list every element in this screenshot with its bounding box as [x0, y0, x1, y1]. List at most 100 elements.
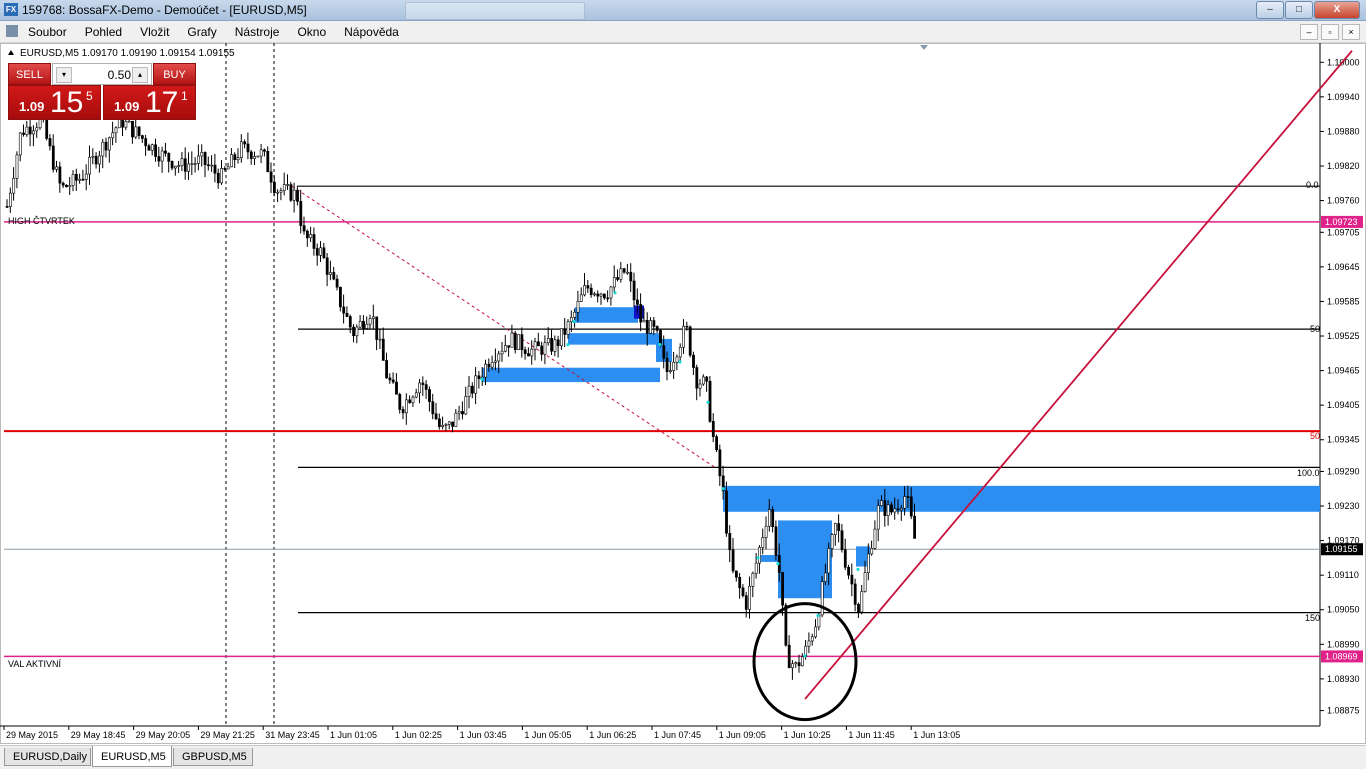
candle-body [725, 490, 728, 534]
candle-body [131, 120, 134, 138]
candle-body [728, 532, 732, 551]
time-tick-label: 29 May 2015 [6, 730, 58, 740]
mdi-close-button[interactable]: × [1342, 24, 1360, 40]
buy-button[interactable]: BUY [153, 63, 196, 85]
price-tick-label: 1.09880 [1327, 126, 1360, 136]
candle-body [325, 257, 329, 275]
lot-size-value[interactable]: 0.50 [73, 68, 131, 82]
lot-decrease-icon[interactable]: ▾ [56, 67, 72, 83]
price-tick-label: 1.09230 [1327, 501, 1360, 511]
candle-body [837, 523, 841, 531]
candle-body [28, 126, 32, 135]
candle-body [543, 342, 547, 355]
close-button[interactable]: X [1314, 1, 1360, 19]
supply-demand-zone[interactable] [568, 333, 660, 345]
price-tick-label: 1.09345 [1327, 435, 1360, 445]
candle-body [246, 143, 250, 153]
supply-demand-zone[interactable] [482, 367, 660, 383]
price-tick-label: 1.08990 [1327, 639, 1360, 649]
window-controls: – □ X [1255, 1, 1360, 19]
candle-body [573, 311, 577, 318]
trend-line[interactable] [804, 50, 1353, 700]
mdi-restore-button[interactable]: ▫ [1321, 24, 1339, 40]
menu-vlozit[interactable]: Vložit [140, 25, 169, 39]
signal-marker [658, 343, 662, 347]
candle-body [500, 350, 504, 355]
candle-body [612, 277, 616, 288]
candle-body [5, 206, 9, 208]
symbol-info: EURUSD,M5 1.09170 1.09190 1.09154 1.0915… [20, 48, 235, 59]
candle-body [345, 312, 349, 317]
candle-body [487, 363, 491, 368]
menu-pohled[interactable]: Pohled [85, 25, 122, 39]
menu-grafy[interactable]: Grafy [187, 25, 216, 39]
candle-body [101, 141, 105, 157]
menu-nastroje[interactable]: Nástroje [235, 25, 280, 39]
candle-body [240, 141, 243, 158]
lot-size-field[interactable]: ▾ 0.50 ▴ [52, 63, 152, 85]
sell-price[interactable]: 1.09 15 5 [8, 85, 101, 120]
menu-okno[interactable]: Okno [297, 25, 326, 39]
chart-shift-marker[interactable] [920, 45, 928, 50]
buy-price[interactable]: 1.09 17 1 [103, 85, 196, 120]
menu-soubor[interactable]: Soubor [28, 25, 67, 39]
maximize-button[interactable]: □ [1285, 1, 1313, 19]
candle-body [589, 287, 593, 295]
candle-body [913, 515, 917, 539]
candle-body [899, 507, 903, 511]
candle-body [180, 158, 184, 166]
candle-body [866, 553, 870, 573]
tab-eurusd-daily[interactable]: EURUSD,Daily [4, 748, 91, 766]
candle-body [692, 354, 695, 368]
lot-increase-icon[interactable]: ▴ [132, 67, 148, 83]
signal-marker [816, 613, 820, 618]
candle-body [272, 181, 276, 193]
candle-body [282, 184, 286, 191]
candle-body [230, 154, 233, 168]
candle-body [853, 583, 857, 605]
tab-eurusd-m5[interactable]: EURUSD,M5 [92, 746, 172, 767]
supply-demand-zone[interactable] [575, 307, 638, 323]
price-chart[interactable]: 1.100001.099401.098801.098201.097601.097… [0, 43, 1366, 744]
candle-body [81, 178, 85, 181]
candle-body [843, 549, 847, 568]
candle-body [94, 155, 98, 165]
candle-body [576, 301, 580, 313]
candle-body [78, 178, 82, 181]
candle-body [447, 421, 451, 425]
candle-body [348, 316, 352, 328]
candle-body [662, 345, 666, 359]
candle-body [418, 382, 422, 394]
supply-demand-zone[interactable] [758, 555, 780, 562]
candle-body [474, 375, 478, 394]
supply-demand-zone[interactable] [778, 520, 832, 599]
menu-napoveda[interactable]: Nápověda [344, 25, 399, 39]
candle-body [216, 172, 220, 184]
candle-body [322, 247, 326, 259]
candle-body [404, 399, 408, 414]
tab-gbpusd-m5[interactable]: GBPUSD,M5 [173, 748, 253, 766]
collapse-arrow-icon[interactable] [8, 50, 14, 55]
candle-body [596, 293, 600, 297]
fib-label-0: 0.0 [1306, 180, 1319, 190]
candle-body [203, 152, 207, 166]
time-tick-label: 29 May 20:05 [136, 730, 191, 740]
chart-window-icon[interactable] [6, 25, 18, 37]
signal-marker [480, 377, 484, 381]
fib-label-50-red: 50 [1310, 431, 1321, 441]
candle-body [553, 339, 557, 352]
candle-body [263, 149, 266, 152]
supply-demand-zone[interactable] [723, 485, 1320, 512]
candle-body [160, 150, 164, 162]
candle-body [530, 348, 534, 357]
candle-body [259, 149, 263, 157]
candle-body [510, 332, 514, 348]
annotation-circle[interactable] [752, 602, 858, 722]
candle-body [632, 280, 636, 301]
candle-body [833, 523, 837, 535]
minimize-button[interactable]: – [1256, 1, 1284, 19]
sell-button[interactable]: SELL [8, 63, 51, 85]
candle-body [226, 166, 230, 170]
one-click-trading-panel: SELL ▾ 0.50 ▴ BUY 1.09 15 5 1.09 17 1 [8, 63, 196, 120]
mdi-minimize-button[interactable]: – [1300, 24, 1318, 40]
